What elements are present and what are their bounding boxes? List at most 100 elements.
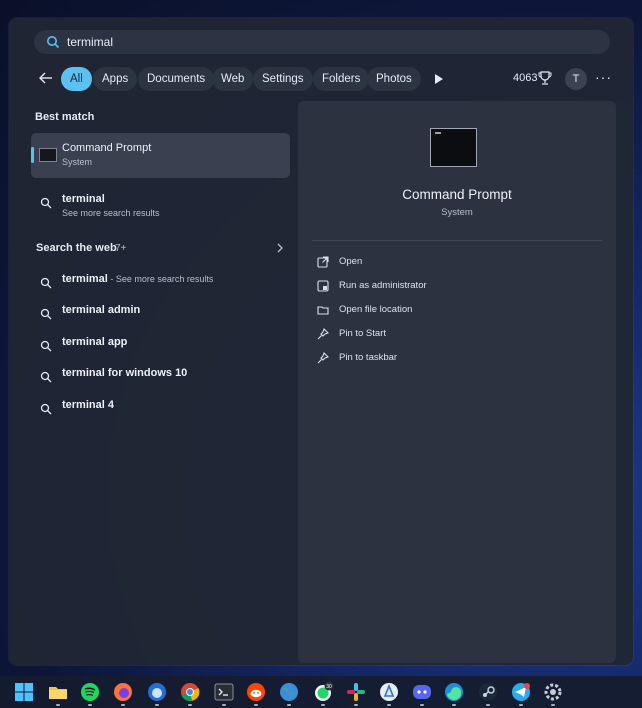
search-icon (40, 403, 52, 415)
running-indicator (287, 704, 291, 706)
running-indicator (321, 704, 325, 706)
pin-icon (317, 328, 329, 340)
preview-divider (312, 240, 602, 241)
discord-icon[interactable] (411, 681, 433, 703)
running-indicator (254, 704, 258, 706)
best-match-item[interactable]: Command Prompt System (31, 133, 290, 178)
action-label: Open file location (339, 304, 413, 315)
action-label: Pin to taskbar (339, 352, 398, 363)
tab-apps[interactable]: Apps (93, 67, 138, 91)
action-pin-to-taskbar[interactable]: Pin to taskbar (317, 351, 517, 367)
tab-photos[interactable]: Photos (367, 67, 421, 91)
action-pin-to-start[interactable]: Pin to Start (317, 327, 517, 343)
settings-gear-icon[interactable] (542, 681, 564, 703)
telegram-icon[interactable] (510, 681, 532, 703)
slack-icon[interactable] (345, 681, 367, 703)
notification-badge: 30 (326, 684, 332, 690)
chrome-icon[interactable] (179, 681, 201, 703)
action-label: Pin to Start (339, 328, 386, 339)
search-icon (40, 277, 52, 289)
tab-documents[interactable]: Documents (138, 67, 215, 91)
globe-icon[interactable] (278, 681, 300, 703)
search-input[interactable]: termimal (67, 35, 113, 49)
web-result-5[interactable]: terminal 4 (40, 399, 280, 421)
web-result-label: terminal for windows 10 (62, 367, 188, 379)
admin-shield-icon (317, 280, 329, 292)
search-web-heading: Search the web (36, 242, 117, 254)
spotify-icon[interactable] (79, 681, 101, 703)
list-item-terminal[interactable]: terminal See more search results (40, 193, 280, 218)
file-explorer-icon[interactable] (47, 681, 69, 703)
search-box[interactable]: termimal (34, 30, 610, 54)
tab-web[interactable]: Web (212, 67, 254, 91)
windows-start-icon[interactable] (13, 681, 35, 703)
running-indicator (519, 704, 523, 706)
open-external-icon (317, 256, 329, 268)
running-indicator (88, 704, 92, 706)
running-indicator (354, 704, 358, 706)
rewards-trophy-icon[interactable] (538, 70, 552, 86)
running-indicator (121, 704, 125, 706)
tab-all[interactable]: All (61, 67, 92, 91)
search-icon (40, 308, 52, 320)
whatsapp-icon[interactable]: 30 (312, 681, 334, 703)
running-indicator (452, 704, 456, 706)
pin-icon (317, 352, 329, 364)
taskbar: 30 (0, 676, 642, 708)
running-indicator (222, 704, 226, 706)
action-run-as-admin[interactable]: Run as administrator (317, 279, 517, 295)
action-label: Open (339, 256, 363, 267)
running-indicator (188, 704, 192, 706)
running-indicator (551, 704, 555, 706)
command-prompt-icon (39, 148, 57, 162)
search-icon (40, 340, 52, 352)
chevron-right-icon[interactable] (276, 243, 284, 253)
tab-settings[interactable]: Settings (253, 67, 313, 91)
best-match-heading: Best match (35, 111, 95, 123)
running-indicator (387, 704, 391, 706)
user-avatar[interactable]: T (565, 68, 587, 90)
app-store-icon[interactable] (378, 681, 400, 703)
search-icon (40, 371, 52, 383)
web-result-1[interactable]: termimal - See more search results (40, 273, 280, 295)
web-result-count: 7+ (115, 243, 127, 254)
terminal-icon[interactable] (213, 681, 235, 703)
preview-pane (298, 101, 616, 663)
web-result-2[interactable]: terminal admin (40, 304, 280, 326)
command-prompt-large-icon (430, 128, 477, 167)
best-match-subtitle: System (62, 157, 93, 167)
prompt-cursor (435, 132, 441, 134)
filter-bar: All Apps Documents Web Settings Folders … (32, 66, 622, 92)
web-result-label: termimal - See more search results (62, 273, 214, 285)
web-result-label: terminal admin (62, 304, 141, 316)
action-label: Run as administrator (339, 280, 427, 291)
action-open[interactable]: Open (317, 255, 517, 271)
search-icon (47, 36, 60, 49)
web-result-label: terminal app (62, 336, 128, 348)
reddit-icon[interactable] (245, 681, 267, 703)
firefox-icon[interactable] (112, 681, 134, 703)
web-result-label: terminal 4 (62, 399, 114, 411)
preview-subtitle: System (441, 207, 473, 218)
tab-folders[interactable]: Folders (313, 67, 370, 91)
thunderbird-icon[interactable] (146, 681, 168, 703)
running-indicator (155, 704, 159, 706)
rewards-points: 4063 (513, 72, 538, 84)
back-arrow-icon[interactable] (37, 69, 55, 87)
steam-icon[interactable] (477, 681, 499, 703)
folder-icon (317, 306, 329, 315)
selection-accent (31, 147, 34, 163)
edge-icon[interactable] (443, 681, 465, 703)
running-indicator (486, 704, 490, 706)
web-result-3[interactable]: terminal app (40, 336, 280, 358)
result-subtitle: See more search results (62, 208, 160, 218)
more-filters-arrow-icon[interactable] (434, 73, 444, 85)
web-result-4[interactable]: terminal for windows 10 (40, 367, 280, 389)
best-match-title: Command Prompt (62, 142, 152, 154)
search-icon (40, 197, 52, 209)
result-title: terminal (62, 193, 105, 205)
preview-title: Command Prompt (402, 187, 512, 202)
action-open-file-location[interactable]: Open file location (317, 303, 517, 319)
more-options-button[interactable]: ··· (595, 69, 612, 85)
running-indicator (420, 704, 424, 706)
